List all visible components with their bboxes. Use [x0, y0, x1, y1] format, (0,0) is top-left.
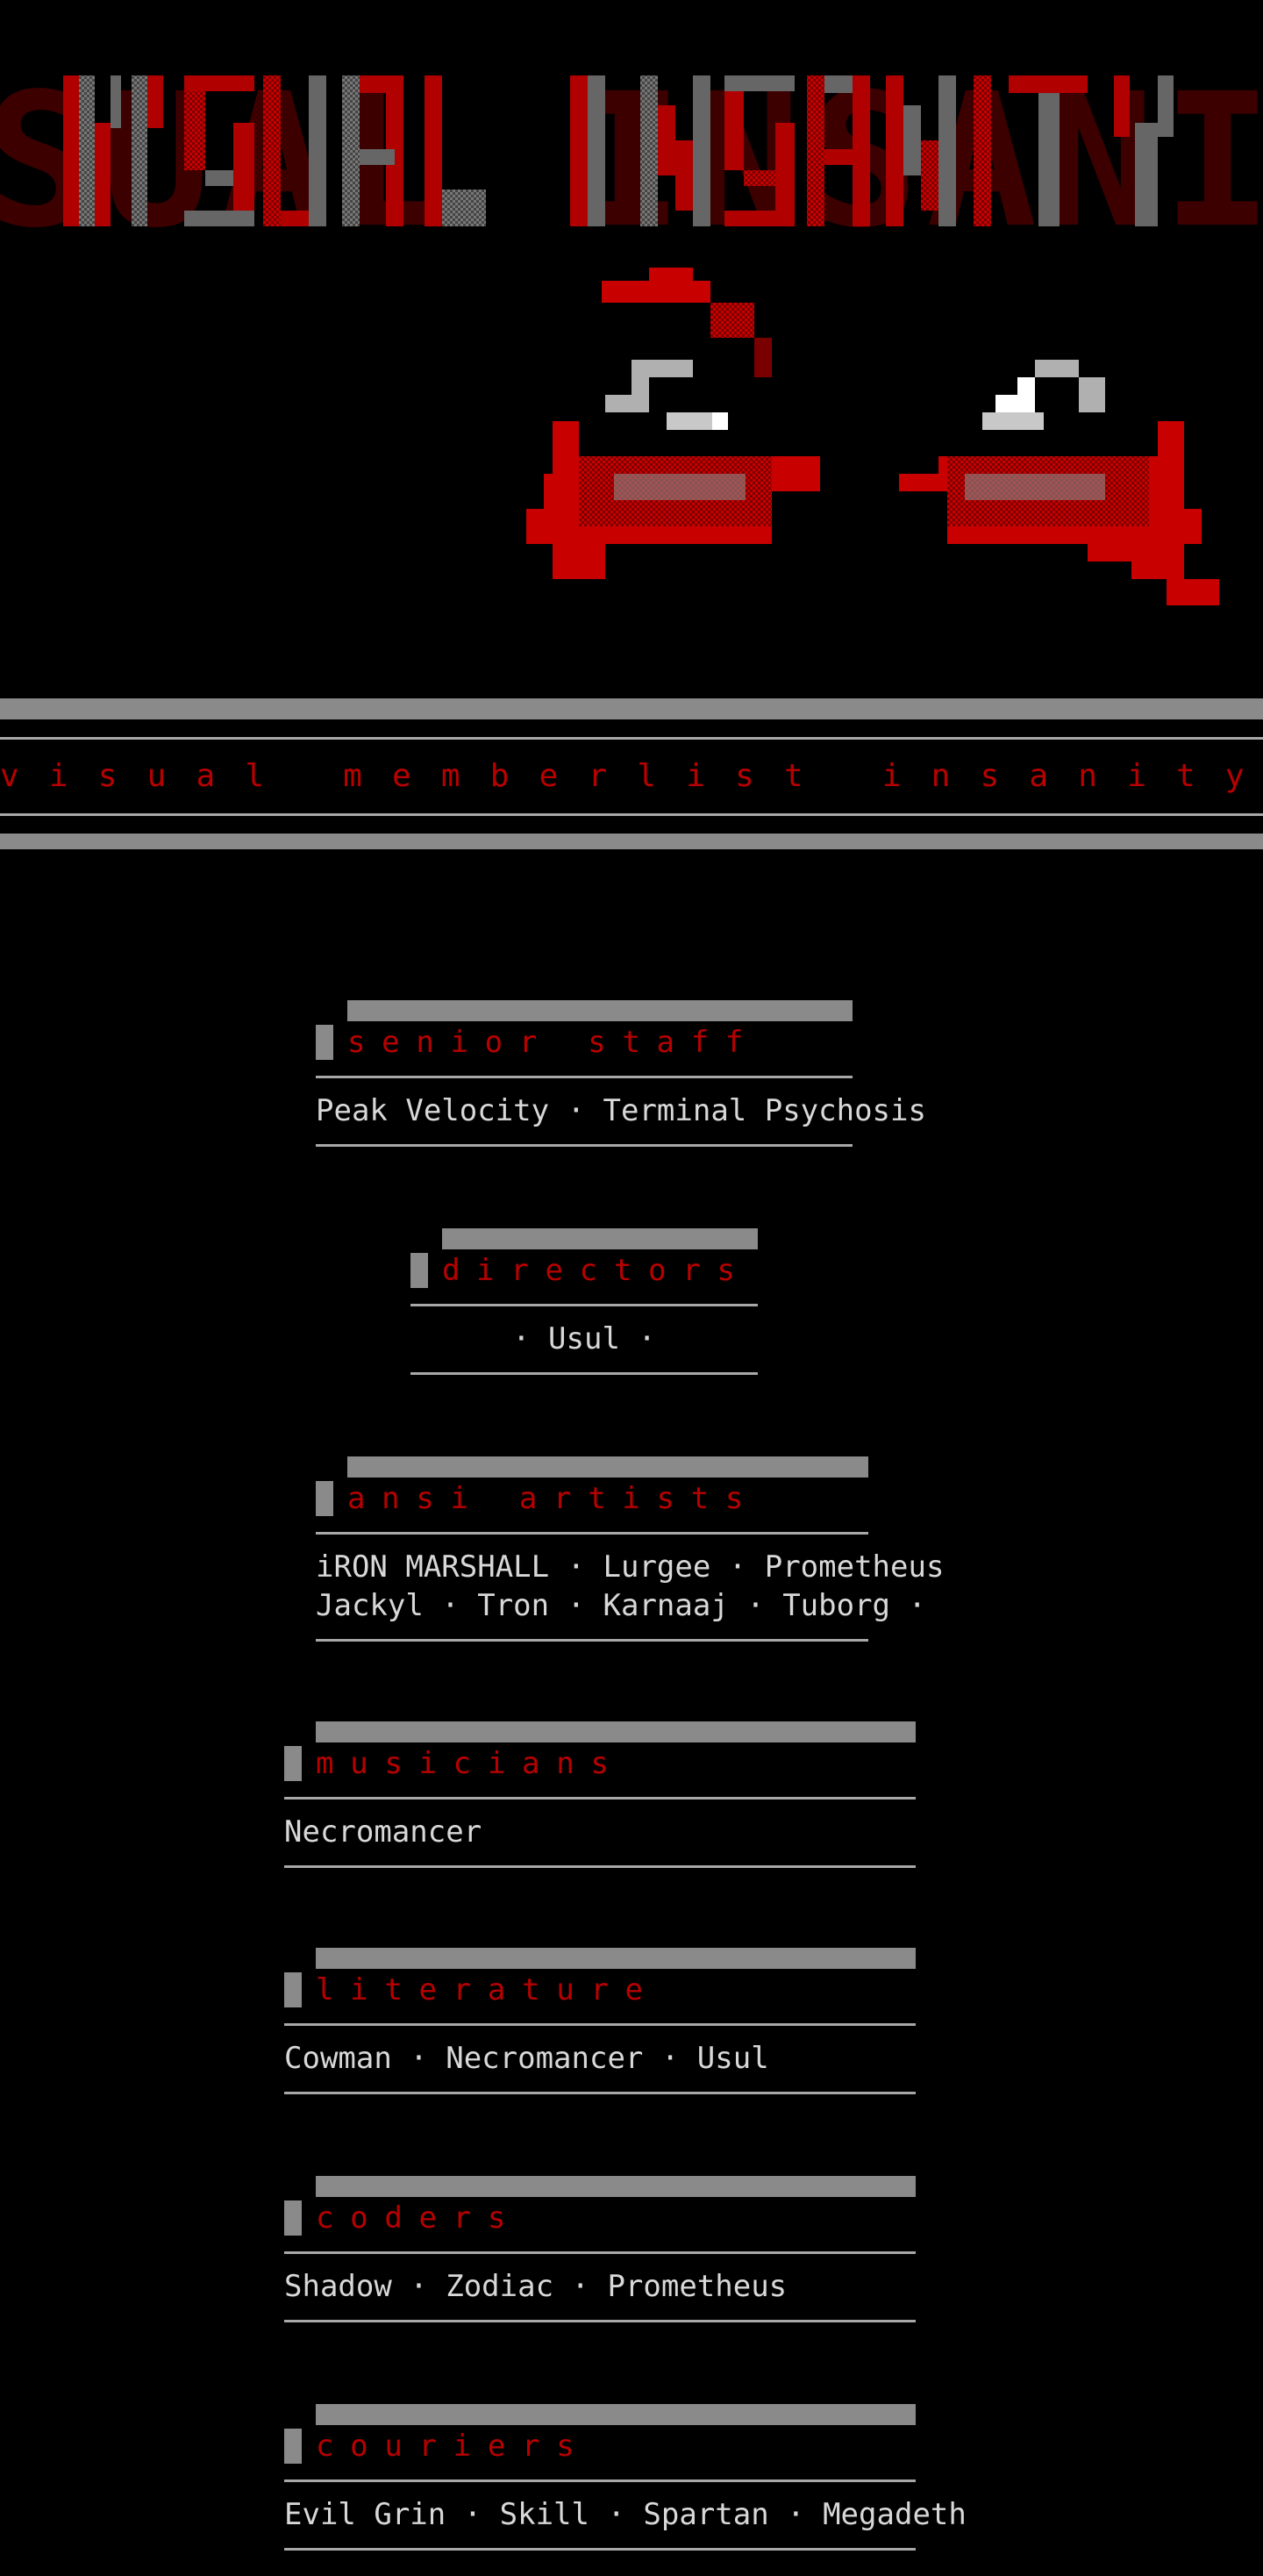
member-names: Necromancer — [284, 1814, 482, 1850]
section-rule-bottom — [316, 1639, 868, 1642]
section-marker-block — [316, 1025, 333, 1060]
section-header-bar — [316, 2176, 916, 2197]
section-rule-bottom — [284, 2320, 916, 2322]
section-rule-bottom — [410, 1372, 758, 1375]
section-header-bar — [442, 1228, 758, 1249]
section-rule-bottom — [284, 1865, 916, 1868]
section-rule-bottom — [284, 2092, 916, 2094]
section-rule-bottom — [316, 1144, 853, 1147]
section-rule-bottom — [284, 2548, 916, 2551]
section-rule-top — [410, 1304, 758, 1306]
section-title: couriers — [316, 2429, 591, 2464]
section-marker-block — [284, 1972, 302, 2007]
section-rule-top — [284, 2251, 916, 2254]
section-title: coders — [316, 2200, 523, 2236]
section-rule-top — [284, 2479, 916, 2482]
section-rule-top — [284, 1797, 916, 1800]
section-title: literature — [316, 1972, 660, 2007]
section-title: ansi artists — [347, 1481, 760, 1516]
section-marker-block — [284, 2200, 302, 2236]
section-title: directors — [442, 1253, 752, 1288]
visual-insanity-logo: VISUAL INSANITY — [0, 54, 1263, 605]
section-marker-block — [410, 1253, 428, 1288]
section-header-bar — [316, 1948, 916, 1969]
section-rule-top — [284, 2023, 916, 2026]
section-marker-block — [284, 2429, 302, 2464]
separator-bar-bottom — [0, 834, 1263, 849]
section-title: senior staff — [347, 1025, 760, 1060]
section-header-bar — [316, 1721, 916, 1742]
section-title: musicians — [316, 1746, 625, 1781]
section-marker-block — [284, 1746, 302, 1781]
member-names: Shadow · Zodiac · Prometheus — [284, 2269, 788, 2304]
member-names: Peak Velocity · Terminal Psychosis — [316, 1093, 926, 1128]
section-header-bar — [316, 2404, 916, 2425]
section-header-bar — [347, 1000, 853, 1021]
tagline: visual memberlist insanity — [0, 758, 1263, 794]
member-names: iRON MARSHALL · Lurgee · Prometheus — [316, 1549, 945, 1585]
tagline-frame: visual memberlist insanity — [0, 737, 1263, 816]
section-marker-block — [316, 1481, 333, 1516]
separator-bar-top — [0, 698, 1263, 719]
section-rule-top — [316, 1532, 868, 1535]
member-names: Evil Grin · Skill · Spartan · Megadeth — [284, 2497, 967, 2532]
section-rule-top — [316, 1076, 853, 1078]
member-names: Cowman · Necromancer · Usul — [284, 2041, 769, 2076]
section-header-bar — [347, 1456, 868, 1478]
member-names: Jackyl · Tron · Karnaaj · Tuborg · — [316, 1588, 926, 1623]
member-names: · Usul · — [512, 1321, 656, 1356]
